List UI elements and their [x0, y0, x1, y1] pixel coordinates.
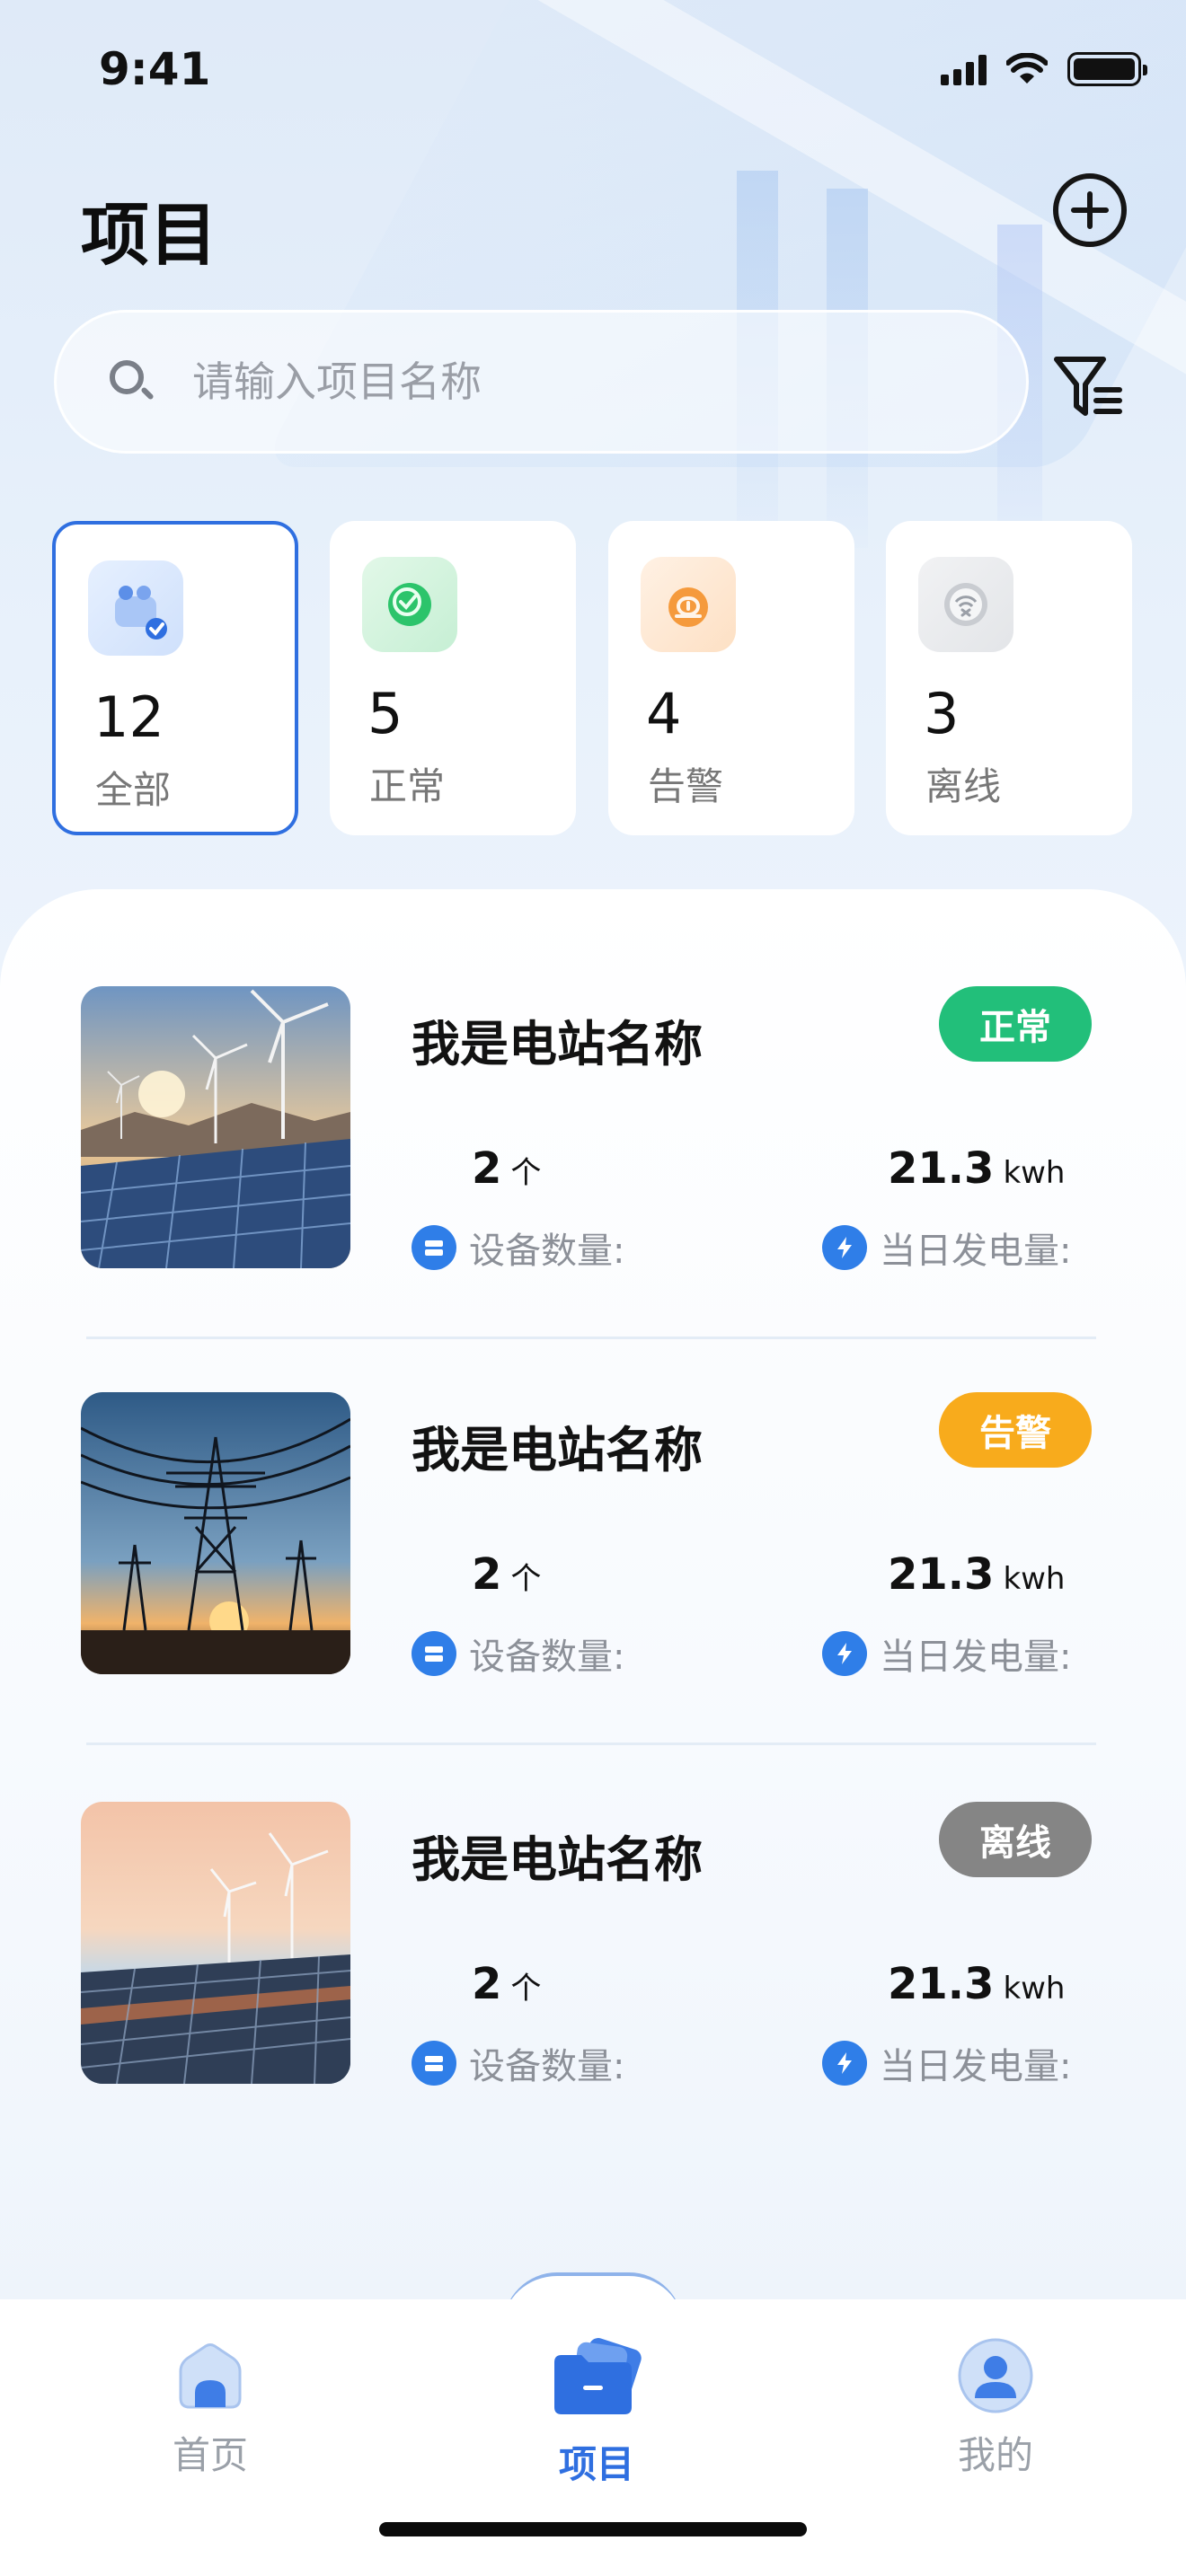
home-indicator	[379, 2522, 807, 2536]
power-value: 21.3 kwh	[888, 1143, 1066, 1194]
alarm-icon	[641, 557, 736, 652]
cellular-signal-icon	[941, 53, 987, 85]
stat-card-alarm[interactable]: 4 告警	[608, 521, 854, 835]
solar-farm-sunset-photo	[81, 1802, 350, 2084]
search-bar[interactable]	[54, 310, 1029, 454]
plus-icon	[1071, 191, 1109, 229]
add-project-button[interactable]	[1053, 173, 1127, 247]
status-badge: 告警	[939, 1392, 1092, 1468]
wifi-off-icon	[918, 557, 1013, 652]
power-value: 21.3 kwh	[888, 1549, 1066, 1600]
search-input[interactable]	[192, 357, 911, 406]
wind-solar-photo	[81, 986, 350, 1268]
tab-label: 我的	[957, 2433, 1033, 2477]
stat-label: 正常	[369, 764, 446, 808]
wifi-icon	[1006, 53, 1048, 84]
battery-icon	[1067, 52, 1147, 86]
device-count-label: 设备数量:	[412, 1222, 624, 1274]
lightning-icon	[822, 2041, 867, 2086]
status-badge: 正常	[939, 986, 1092, 1062]
device-count: 2个	[472, 1143, 542, 1194]
station-name: 我是电站名称	[412, 1016, 703, 1072]
device-count-label: 设备数量:	[412, 2037, 624, 2089]
tab-label: 项目	[558, 2442, 634, 2486]
lightning-icon	[822, 1631, 867, 1676]
stat-label: 告警	[648, 764, 724, 808]
tab-projects[interactable]: 项目	[498, 2335, 695, 2489]
tab-mine[interactable]: 我的	[897, 2335, 1094, 2480]
status-time: 9:41	[99, 43, 211, 95]
power-value: 21.3 kwh	[888, 1959, 1066, 2009]
divider	[86, 1337, 1096, 1339]
projects-screen: 9:41 项目 请输入项目名称 12 全部 5 正常 4 告警 3 离线 我是电…	[0, 0, 1186, 2576]
station-item[interactable]: 我是电站名称 离线 2个 21.3 kwh 设备数量: 当日发电量:	[0, 1802, 1186, 2125]
stat-card-offline[interactable]: 3 离线	[886, 521, 1132, 835]
device-count: 2个	[472, 1549, 542, 1600]
station-name: 我是电站名称	[412, 1831, 703, 1888]
status-badge: 离线	[939, 1802, 1092, 1877]
folder-icon	[554, 2338, 642, 2414]
user-icon	[958, 2338, 1033, 2413]
stat-card-normal[interactable]: 5 正常	[330, 521, 576, 835]
station-item[interactable]: 我是电站名称 告警 2个 21.3 kwh 设备数量: 当日发电量:	[0, 1392, 1186, 1716]
search-icon	[106, 357, 156, 407]
power-tower-photo	[81, 1392, 350, 1674]
home-icon	[179, 2343, 242, 2409]
device-count-label: 设备数量:	[412, 1628, 624, 1680]
divider	[86, 1742, 1096, 1745]
daily-power-label: 当日发电量:	[822, 1222, 1071, 1274]
stat-label: 离线	[925, 764, 1002, 808]
stat-card-all[interactable]: 12 全部	[52, 521, 298, 835]
page-title: 项目	[81, 195, 217, 275]
device-list-icon	[412, 2041, 456, 2086]
stat-label: 全部	[95, 768, 172, 812]
filter-icon[interactable]	[1051, 350, 1125, 424]
station-name: 我是电站名称	[412, 1422, 703, 1478]
daily-power-label: 当日发电量:	[822, 1628, 1071, 1680]
status-icons	[941, 52, 1147, 86]
stat-count: 3	[924, 681, 960, 746]
device-list-icon	[412, 1631, 456, 1676]
all-projects-icon	[88, 560, 183, 656]
stat-count: 12	[93, 684, 164, 750]
check-circle-icon	[362, 557, 457, 652]
station-item[interactable]: 我是电站名称 正常 2个 21.3 kwh 设备数量: 当日发电量:	[0, 986, 1186, 1310]
device-list-icon	[412, 1225, 456, 1270]
tab-home[interactable]: 首页	[111, 2335, 309, 2480]
daily-power-label: 当日发电量:	[822, 2037, 1071, 2089]
stat-count: 4	[646, 681, 682, 746]
stat-count: 5	[367, 681, 403, 746]
lightning-icon	[822, 1225, 867, 1270]
device-count: 2个	[472, 1959, 542, 2009]
tab-label: 首页	[172, 2433, 248, 2477]
